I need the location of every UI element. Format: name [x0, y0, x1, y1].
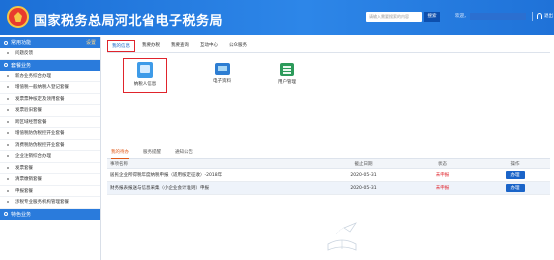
- todo-item-name: 居民企业所得税年度纳税申报（适用核定征收）-2018年: [110, 173, 223, 178]
- bullet-icon: [7, 166, 9, 169]
- status-badge: 未申报: [435, 186, 450, 191]
- sidebar-section-packages[interactable]: 套餐业务: [0, 59, 100, 71]
- bullet-icon: [7, 143, 9, 146]
- sidebar-item[interactable]: 企业注销综合办理: [0, 151, 100, 163]
- bullet-icon: [7, 74, 9, 77]
- sidebar-section-label: 套餐业务: [11, 62, 32, 69]
- settings-link[interactable]: 设置: [86, 39, 96, 46]
- sidebar-item[interactable]: 增值税一般纳税人登记套餐: [0, 82, 100, 94]
- todo-panel: 我的待办 服务提醒 通知公告 事项名称 截止日期 状态 操作 居民企业所得税年度…: [107, 149, 550, 195]
- tab-query[interactable]: 我要查询: [167, 40, 193, 52]
- sidebar-section-label: 常用功能: [11, 40, 32, 46]
- bullet-icon: [7, 155, 9, 158]
- header-divider: [532, 12, 533, 21]
- todo-tabs: 我的待办 服务提醒 通知公告: [107, 149, 550, 159]
- handle-button[interactable]: 办理: [505, 171, 525, 179]
- sidebar-section-label: 特色业务: [11, 211, 32, 218]
- taxpayer-info-tile[interactable]: 纳税人信息: [123, 58, 167, 93]
- sidebar-item[interactable]: 增值税防伪税控开业套餐: [0, 128, 100, 140]
- star-icon: [4, 40, 8, 45]
- sidebar-item[interactable]: 申报套餐: [0, 186, 100, 197]
- tab-divider: [107, 52, 550, 53]
- sidebar-section-common[interactable]: 常用功能 设置: [0, 37, 100, 48]
- user-name[interactable]: [470, 13, 526, 20]
- tab-my-todo[interactable]: 我的待办: [111, 149, 129, 159]
- table-row: 财务报表报送与信息采集（小企业会计准则）申报 2020-05-31 未申报 办理: [107, 182, 550, 195]
- top-tabs: 我的信息 我要办税 我要查询 互动中心 公众服务: [107, 40, 251, 52]
- site-title: 国家税务总局河北省电子税务局: [34, 14, 224, 29]
- circle-icon: [4, 63, 8, 67]
- sidebar-section-special[interactable]: 特色业务: [0, 208, 100, 220]
- tab-my-info[interactable]: 我的信息: [107, 40, 135, 52]
- sidebar-item[interactable]: 发票票种核定及领用套餐: [0, 94, 100, 105]
- search-button[interactable]: 搜索: [424, 12, 440, 22]
- sidebar-item[interactable]: 新办业务综合办理: [0, 71, 100, 82]
- search-input[interactable]: 请输入需要搜索的内容: [366, 12, 422, 22]
- tab-service-reminder[interactable]: 服务提醒: [143, 149, 161, 158]
- power-icon[interactable]: [537, 13, 542, 19]
- todo-deadline: 2020-05-31: [350, 172, 377, 178]
- table-header: 事项名称 截止日期 状态 操作: [107, 159, 550, 169]
- sidebar: 常用功能 设置 问题反馈 套餐业务 新办业务综合办理 增值税一般纳税人登记套餐 …: [0, 37, 101, 260]
- welcome-text: 欢迎，: [455, 14, 469, 19]
- sidebar-item[interactable]: 发票套餐: [0, 163, 100, 174]
- status-badge: 未申报: [435, 173, 450, 178]
- bullet-icon: [7, 178, 9, 181]
- bullet-icon: [7, 97, 9, 100]
- sidebar-item[interactable]: 涉税专业服务机构管理套餐: [0, 197, 100, 209]
- todo-item-name: 财务报表报送与信息采集（小企业会计准则）申报: [110, 186, 209, 191]
- bullet-icon: [7, 189, 9, 192]
- tab-public-service[interactable]: 公众服务: [225, 40, 251, 52]
- sidebar-item[interactable]: 消费税防伪税控开业套餐: [0, 140, 100, 151]
- circle-icon: [4, 212, 8, 216]
- bullet-icon: [7, 52, 9, 55]
- todo-deadline: 2020-05-31: [350, 185, 377, 191]
- table-row: 居民企业所得税年度纳税申报（适用核定征收）-2018年 2020-05-31 未…: [107, 169, 550, 182]
- monitor-icon: [214, 63, 230, 75]
- tab-notice[interactable]: 通知公告: [175, 149, 193, 158]
- sidebar-item-feedback[interactable]: 问题反馈: [0, 48, 100, 60]
- sidebar-item[interactable]: 发票验旧套餐: [0, 105, 100, 117]
- sidebar-item[interactable]: 清票缴销套餐: [0, 174, 100, 186]
- main-content: 我的信息 我要办税 我要查询 互动中心 公众服务 纳税人信息 电子资料 用户管理…: [107, 37, 554, 260]
- bullet-icon: [7, 201, 9, 204]
- e-documents-tile[interactable]: 电子资料: [202, 61, 242, 101]
- document-list-icon: [280, 63, 294, 76]
- exit-link[interactable]: 退出: [544, 13, 553, 19]
- bullet-icon: [7, 86, 9, 89]
- tab-interaction[interactable]: 互动中心: [196, 40, 222, 52]
- handle-button[interactable]: 办理: [505, 184, 525, 192]
- taxpayer-card-icon: [137, 62, 153, 78]
- tab-tax-filing[interactable]: 我要办税: [138, 40, 164, 52]
- user-management-tile[interactable]: 用户管理: [267, 61, 307, 101]
- bullet-icon: [7, 109, 9, 112]
- tax-logo-icon: [7, 6, 29, 28]
- bullet-icon: [7, 120, 9, 123]
- empty-state-illustration-icon: [327, 222, 357, 251]
- top-header: 国家税务总局河北省电子税务局 请输入需要搜索的内容 搜索 欢迎， 退出: [0, 0, 554, 35]
- bullet-icon: [7, 132, 9, 135]
- sidebar-item[interactable]: 跨区域经营套餐: [0, 117, 100, 128]
